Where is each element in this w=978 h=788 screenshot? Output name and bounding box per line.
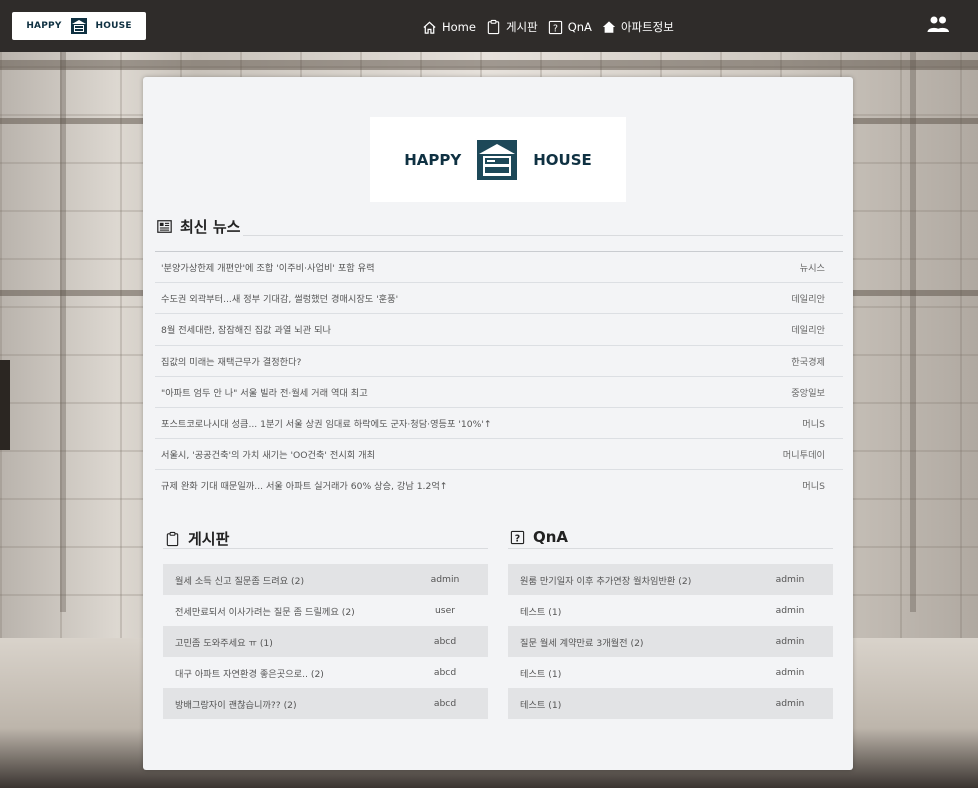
main-card: HAPPY HOUSE 최신 뉴스 '분양가상한제 개편안'에 조합 '이주비·… <box>143 77 853 770</box>
main-logo: HAPPY HOUSE <box>370 117 626 202</box>
news-list: '분양가상한제 개편안'에 조합 '이주비·사업비' 포함 유력 뉴시스 수도권… <box>155 251 843 501</box>
qna-item-title: 테스트 (1) <box>520 606 562 618</box>
logo-right-text: HOUSE <box>533 150 592 169</box>
qna-item[interactable]: 질문 월세 계약만료 3개월전 (2) admin <box>508 626 833 657</box>
news-item[interactable]: 8월 전세대란, 잠잠해진 집값 과열 뇌관 되나 데일리안 <box>155 313 843 344</box>
clipboard-icon <box>166 531 179 546</box>
news-item[interactable]: 집값의 미래는 재택근무가 결정한다? 한국경제 <box>155 344 843 376</box>
nav-qna[interactable]: ? QnA <box>548 20 592 35</box>
news-headline: 규제 완화 기대 때문일까... 서울 아파트 실거래가 60% 상승, 강남 … <box>161 481 448 493</box>
news-title: 최신 뉴스 <box>180 218 241 236</box>
news-item[interactable]: 포스트코로나시대 성큼... 1분기 서울 상권 임대료 하락에도 군자·청담·… <box>155 406 843 438</box>
news-source: 데일리안 <box>791 294 825 306</box>
qna-item[interactable]: 테스트 (1) admin <box>508 688 833 719</box>
news-item[interactable]: 서울시, '공공건축'의 가치 새기는 'OO건축' 전시회 개최 머니투데이 <box>155 438 843 469</box>
nav-apt-info[interactable]: 아파트정보 <box>602 19 674 35</box>
news-source: 한국경제 <box>791 356 825 368</box>
qna-item[interactable]: 테스트 (1) admin <box>508 657 833 688</box>
board-item-title: 방배그랑자이 괜찮습니까?? (2) <box>175 699 297 711</box>
board-item-title: 월세 소득 신고 질문좀 드려요 (2) <box>175 575 305 587</box>
qna-item-title: 원룸 만기일자 이후 추가연장 월차임반환 (2) <box>520 575 692 587</box>
news-source: 머니S <box>802 419 825 431</box>
house-logo-icon <box>477 139 518 180</box>
board-item-author: user <box>434 605 456 616</box>
divider <box>243 235 843 236</box>
divider <box>508 548 833 549</box>
main-nav: Home 게시판 ? QnA 아파트정보 <box>422 17 674 37</box>
svg-text:?: ? <box>515 533 520 544</box>
board-list: 월세 소득 신고 질문좀 드려요 (2) admin 전세만료되서 이사가려는 … <box>163 564 488 719</box>
board-item-author: abcd <box>433 667 457 678</box>
qna-item-author: admin <box>775 605 805 616</box>
logo-left-text: HAPPY <box>404 150 462 169</box>
news-item[interactable]: 수도권 외곽부터...새 정부 기대감, 썰렁했던 경매시장도 '훈풍' 데일리… <box>155 282 843 313</box>
brand-right-text: HOUSE <box>95 21 132 31</box>
svg-text:?: ? <box>553 23 558 34</box>
qna-item-author: admin <box>775 698 805 709</box>
home-icon <box>423 21 436 34</box>
news-headline: 서울시, '공공건축'의 가치 새기는 'OO건축' 전시회 개최 <box>161 450 376 462</box>
news-headline: "아파트 엄두 안 나" 서울 빌라 전·월세 거래 역대 최고 <box>161 387 368 399</box>
top-navbar: HAPPY HOUSE Home 게시판 ? QnA 아파트정보 <box>0 0 978 52</box>
qna-item-title: 테스트 (1) <box>520 699 562 711</box>
news-source: 뉴시스 <box>799 263 825 275</box>
board-item[interactable]: 월세 소득 신고 질문좀 드려요 (2) admin <box>163 564 488 595</box>
news-section-title: 최신 뉴스 <box>157 216 240 237</box>
board-item-title: 고민좀 도와주세요 ㅠ (1) <box>175 637 273 649</box>
qna-item-title: 질문 월세 계약만료 3개월전 (2) <box>520 637 644 649</box>
news-headline: 수도권 외곽부터...새 정부 기대감, 썰렁했던 경매시장도 '훈풍' <box>161 294 399 306</box>
brand-left-text: HAPPY <box>26 21 62 31</box>
nav-qna-label: QnA <box>567 20 592 34</box>
house-logo-icon <box>70 18 87 34</box>
board-item-author: abcd <box>433 636 457 647</box>
qna-item-author: admin <box>775 636 805 647</box>
news-item[interactable]: '분양가상한제 개편안'에 조합 '이주비·사업비' 포함 유력 뉴시스 <box>155 251 843 282</box>
qna-item[interactable]: 원룸 만기일자 이후 추가연장 월차임반환 (2) admin <box>508 564 833 595</box>
board-item[interactable]: 대구 아파트 자연환경 좋은곳으로.. (2) abcd <box>163 657 488 688</box>
qna-item-author: admin <box>775 667 805 678</box>
news-source: 데일리안 <box>791 325 825 337</box>
house-fill-icon <box>602 21 616 33</box>
nav-board-label: 게시판 <box>505 20 538 34</box>
news-headline: 집값의 미래는 재택근무가 결정한다? <box>161 356 302 368</box>
qna-item[interactable]: 테스트 (1) admin <box>508 595 833 626</box>
news-source: 중앙일보 <box>791 387 825 399</box>
news-source: 머니투데이 <box>782 450 825 462</box>
question-icon: ? <box>548 20 562 34</box>
news-headline: 포스트코로나시대 성큼... 1분기 서울 상권 임대료 하락에도 군자·청담·… <box>161 419 492 431</box>
nav-home-label: Home <box>442 20 476 34</box>
nav-home[interactable]: Home <box>422 20 476 35</box>
board-item[interactable]: 방배그랑자이 괜찮습니까?? (2) abcd <box>163 688 488 719</box>
board-item-author: admin <box>430 574 460 585</box>
clipboard-icon <box>487 19 500 35</box>
board-item[interactable]: 고민좀 도와주세요 ㅠ (1) abcd <box>163 626 488 657</box>
qna-list: 원룸 만기일자 이후 추가연장 월차임반환 (2) admin 테스트 (1) … <box>508 564 833 719</box>
news-source: 머니S <box>802 481 825 493</box>
qna-item-title: 테스트 (1) <box>520 668 562 680</box>
news-item[interactable]: "아파트 엄두 안 나" 서울 빌라 전·월세 거래 역대 최고 중앙일보 <box>155 375 843 407</box>
qna-title: QnA <box>533 528 569 546</box>
question-icon: ? <box>510 530 525 544</box>
news-headline: 8월 전세대란, 잠잠해진 집값 과열 뇌관 되나 <box>161 325 331 337</box>
brand-logo[interactable]: HAPPY HOUSE <box>12 12 146 40</box>
board-title: 게시판 <box>188 530 230 548</box>
board-item-author: abcd <box>433 698 457 709</box>
news-headline: '분양가상한제 개편안'에 조합 '이주비·사업비' 포함 유력 <box>161 263 375 275</box>
people-icon[interactable] <box>926 15 950 35</box>
newspaper-icon <box>157 220 172 233</box>
divider <box>163 548 488 549</box>
qna-section-title: ? QnA <box>510 528 568 546</box>
board-item-title: 전세만료되서 이사가려는 질문 좀 드릴께요 (2) <box>175 606 355 618</box>
board-item[interactable]: 전세만료되서 이사가려는 질문 좀 드릴께요 (2) user <box>163 595 488 626</box>
nav-board[interactable]: 게시판 <box>486 19 538 35</box>
board-item-title: 대구 아파트 자연환경 좋은곳으로.. (2) <box>175 668 324 680</box>
news-item[interactable]: 규제 완화 기대 때문일까... 서울 아파트 실거래가 60% 상승, 강남 … <box>155 469 843 500</box>
qna-item-author: admin <box>775 574 805 585</box>
board-section-title: 게시판 <box>165 528 229 549</box>
nav-apt-info-label: 아파트정보 <box>620 20 674 34</box>
